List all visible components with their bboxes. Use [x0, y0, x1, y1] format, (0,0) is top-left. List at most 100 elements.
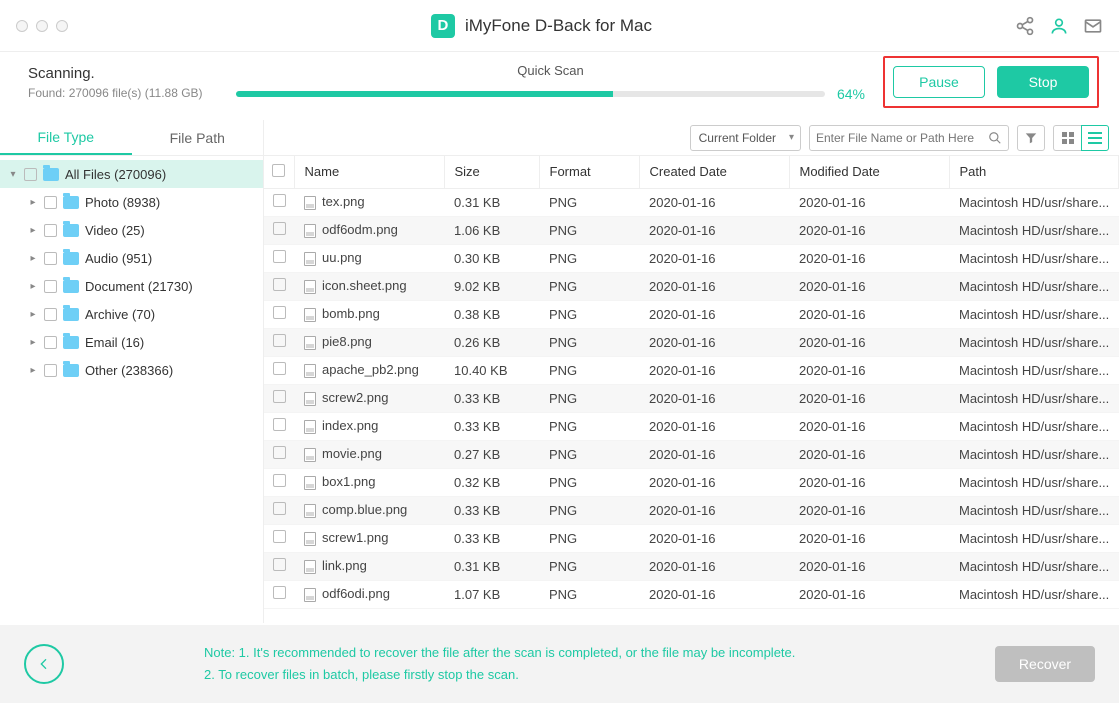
tab-file-type[interactable]: File Type [0, 120, 132, 155]
file-created: 2020-01-16 [639, 440, 789, 468]
user-icon[interactable] [1049, 16, 1069, 36]
tree-item-3[interactable]: ▸Audio (951) [0, 244, 263, 272]
chevron-icon[interactable]: ▸ [28, 281, 38, 292]
tree-item-4[interactable]: ▸Document (21730) [0, 272, 263, 300]
table-row[interactable]: odf6odi.png1.07 KBPNG2020-01-162020-01-1… [264, 580, 1119, 608]
tree-checkbox[interactable] [44, 364, 57, 377]
header-modified[interactable]: Modified Date [789, 156, 949, 188]
share-icon[interactable] [1015, 16, 1035, 36]
row-checkbox[interactable] [273, 362, 286, 375]
row-checkbox[interactable] [273, 418, 286, 431]
file-format: PNG [539, 580, 639, 608]
tree-checkbox[interactable] [44, 224, 57, 237]
table-row[interactable]: screw2.png0.33 KBPNG2020-01-162020-01-16… [264, 384, 1119, 412]
file-size: 0.30 KB [444, 244, 539, 272]
tree-checkbox[interactable] [44, 196, 57, 209]
note-line-1: Note: 1. It's recommended to recover the… [204, 642, 855, 664]
tree-item-5[interactable]: ▸Archive (70) [0, 300, 263, 328]
table-row[interactable]: icon.sheet.png9.02 KBPNG2020-01-162020-0… [264, 272, 1119, 300]
file-name: tex.png [322, 194, 365, 209]
table-row[interactable]: bomb.png0.38 KBPNG2020-01-162020-01-16Ma… [264, 300, 1119, 328]
header-path[interactable]: Path [949, 156, 1119, 188]
tree-item-6[interactable]: ▸Email (16) [0, 328, 263, 356]
recover-button[interactable]: Recover [995, 646, 1095, 682]
search-input[interactable] [816, 131, 988, 145]
row-checkbox[interactable] [273, 446, 286, 459]
filter-button[interactable] [1017, 125, 1045, 151]
close-window[interactable] [16, 20, 28, 32]
tree-item-2[interactable]: ▸Video (25) [0, 216, 263, 244]
pause-button[interactable]: Pause [893, 66, 985, 98]
header-format[interactable]: Format [539, 156, 639, 188]
row-checkbox[interactable] [273, 250, 286, 263]
chevron-icon[interactable]: ▾ [8, 169, 18, 180]
table-row[interactable]: screw1.png0.33 KBPNG2020-01-162020-01-16… [264, 524, 1119, 552]
table-row[interactable]: link.png0.31 KBPNG2020-01-162020-01-16Ma… [264, 552, 1119, 580]
table-row[interactable]: tex.png0.31 KBPNG2020-01-162020-01-16Mac… [264, 188, 1119, 216]
table-row[interactable]: movie.png0.27 KBPNG2020-01-162020-01-16M… [264, 440, 1119, 468]
header-checkbox[interactable] [264, 156, 294, 188]
mail-icon[interactable] [1083, 16, 1103, 36]
search-box[interactable] [809, 125, 1009, 151]
row-checkbox[interactable] [273, 474, 286, 487]
table-row[interactable]: comp.blue.png0.33 KBPNG2020-01-162020-01… [264, 496, 1119, 524]
search-icon[interactable] [988, 131, 1002, 145]
tree-item-7[interactable]: ▸Other (238366) [0, 356, 263, 384]
folder-icon [63, 280, 79, 293]
row-checkbox[interactable] [273, 390, 286, 403]
tree-checkbox[interactable] [44, 308, 57, 321]
zoom-window[interactable] [56, 20, 68, 32]
row-checkbox[interactable] [273, 558, 286, 571]
header-size[interactable]: Size [444, 156, 539, 188]
file-name: uu.png [322, 250, 362, 265]
file-size: 0.33 KB [444, 412, 539, 440]
row-checkbox[interactable] [273, 278, 286, 291]
row-checkbox[interactable] [273, 306, 286, 319]
tree-checkbox[interactable] [44, 280, 57, 293]
tree-checkbox[interactable] [44, 252, 57, 265]
tree-item-1[interactable]: ▸Photo (8938) [0, 188, 263, 216]
chevron-icon[interactable]: ▸ [28, 337, 38, 348]
chevron-icon[interactable]: ▸ [28, 253, 38, 264]
table-row[interactable]: box1.png0.32 KBPNG2020-01-162020-01-16Ma… [264, 468, 1119, 496]
row-checkbox[interactable] [273, 502, 286, 515]
minimize-window[interactable] [36, 20, 48, 32]
stop-button[interactable]: Stop [997, 66, 1089, 98]
table-row[interactable]: pie8.png0.26 KBPNG2020-01-162020-01-16Ma… [264, 328, 1119, 356]
tree-item-0[interactable]: ▾All Files (270096) [0, 160, 263, 188]
row-checkbox[interactable] [273, 586, 286, 599]
table-row[interactable]: index.png0.33 KBPNG2020-01-162020-01-16M… [264, 412, 1119, 440]
file-created: 2020-01-16 [639, 384, 789, 412]
file-modified: 2020-01-16 [789, 272, 949, 300]
file-icon [304, 224, 316, 238]
header-created[interactable]: Created Date [639, 156, 789, 188]
row-checkbox[interactable] [273, 530, 286, 543]
grid-view-button[interactable] [1053, 125, 1081, 151]
chevron-icon[interactable]: ▸ [28, 309, 38, 320]
tree-checkbox[interactable] [24, 168, 37, 181]
row-checkbox[interactable] [273, 334, 286, 347]
chevron-icon[interactable]: ▸ [28, 225, 38, 236]
row-checkbox[interactable] [273, 194, 286, 207]
file-created: 2020-01-16 [639, 580, 789, 608]
file-size: 10.40 KB [444, 356, 539, 384]
back-button[interactable] [24, 644, 64, 684]
file-format: PNG [539, 216, 639, 244]
list-view-button[interactable] [1081, 125, 1109, 151]
file-modified: 2020-01-16 [789, 552, 949, 580]
row-checkbox[interactable] [273, 222, 286, 235]
chevron-icon[interactable]: ▸ [28, 197, 38, 208]
scope-select[interactable]: Current Folder [690, 125, 801, 151]
file-name: odf6odm.png [322, 222, 398, 237]
tree-checkbox[interactable] [44, 336, 57, 349]
table-row[interactable]: odf6odm.png1.06 KBPNG2020-01-162020-01-1… [264, 216, 1119, 244]
header-name[interactable]: Name [294, 156, 444, 188]
table-row[interactable]: apache_pb2.png10.40 KBPNG2020-01-162020-… [264, 356, 1119, 384]
file-modified: 2020-01-16 [789, 468, 949, 496]
table-row[interactable]: uu.png0.30 KBPNG2020-01-162020-01-16Maci… [264, 244, 1119, 272]
file-size: 0.31 KB [444, 188, 539, 216]
file-name: bomb.png [322, 306, 380, 321]
tab-file-path[interactable]: File Path [132, 120, 264, 155]
chevron-icon[interactable]: ▸ [28, 365, 38, 376]
file-icon [304, 196, 316, 210]
